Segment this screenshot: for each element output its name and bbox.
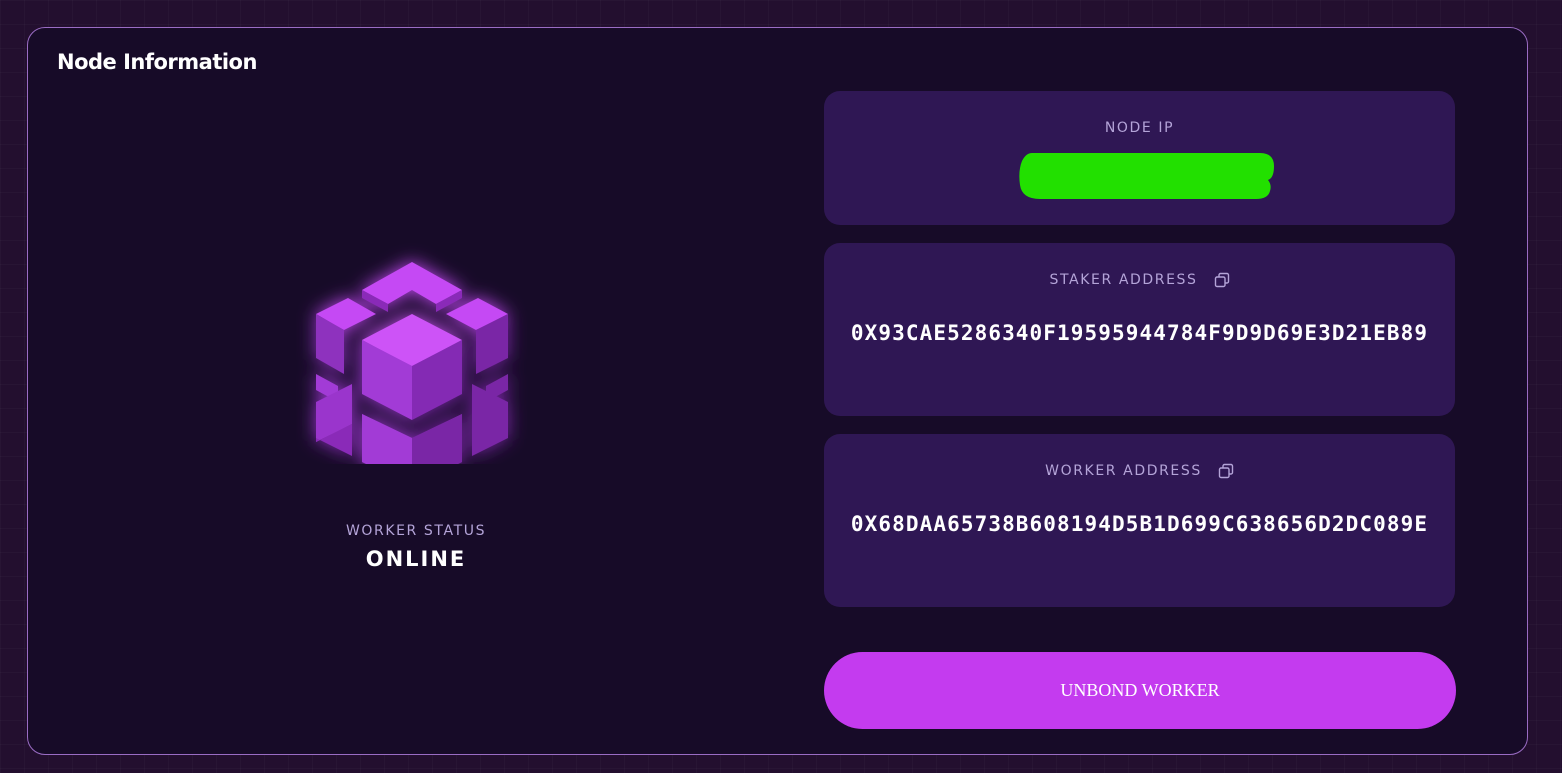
node-ip-redaction bbox=[1019, 153, 1274, 199]
cube-icon bbox=[296, 224, 536, 464]
copy-icon[interactable] bbox=[1214, 272, 1230, 288]
copy-icon[interactable] bbox=[1218, 463, 1234, 479]
staker-address-label: STAKER ADDRESS bbox=[1049, 272, 1198, 288]
worker-address-value: 0X68DAA65738B608194D5B1D699C638656D2DC08… bbox=[850, 512, 1429, 536]
worker-status: WORKER STATUS ONLINE bbox=[316, 523, 516, 571]
worker-address-label: WORKER ADDRESS bbox=[1045, 463, 1202, 479]
panel-title: Node Information bbox=[57, 50, 257, 74]
node-ip-card: NODE IP bbox=[824, 91, 1455, 225]
node-ip-label: NODE IP bbox=[1104, 120, 1175, 136]
worker-address-card: WORKER ADDRESS 0X68DAA65738B608194D5B1D6… bbox=[824, 434, 1455, 607]
unbond-worker-button[interactable]: UNBOND WORKER bbox=[824, 652, 1456, 729]
worker-status-label: WORKER STATUS bbox=[345, 523, 487, 539]
staker-address-value: 0X93CAE5286340F19595944784F9D9D69E3D21EB… bbox=[850, 321, 1429, 345]
staker-address-card: STAKER ADDRESS 0X93CAE5286340F1959594478… bbox=[824, 243, 1455, 416]
node-information-panel: Node Information WORKER STATUS ONLINE NO… bbox=[27, 27, 1528, 755]
worker-status-value: ONLINE bbox=[365, 547, 467, 571]
